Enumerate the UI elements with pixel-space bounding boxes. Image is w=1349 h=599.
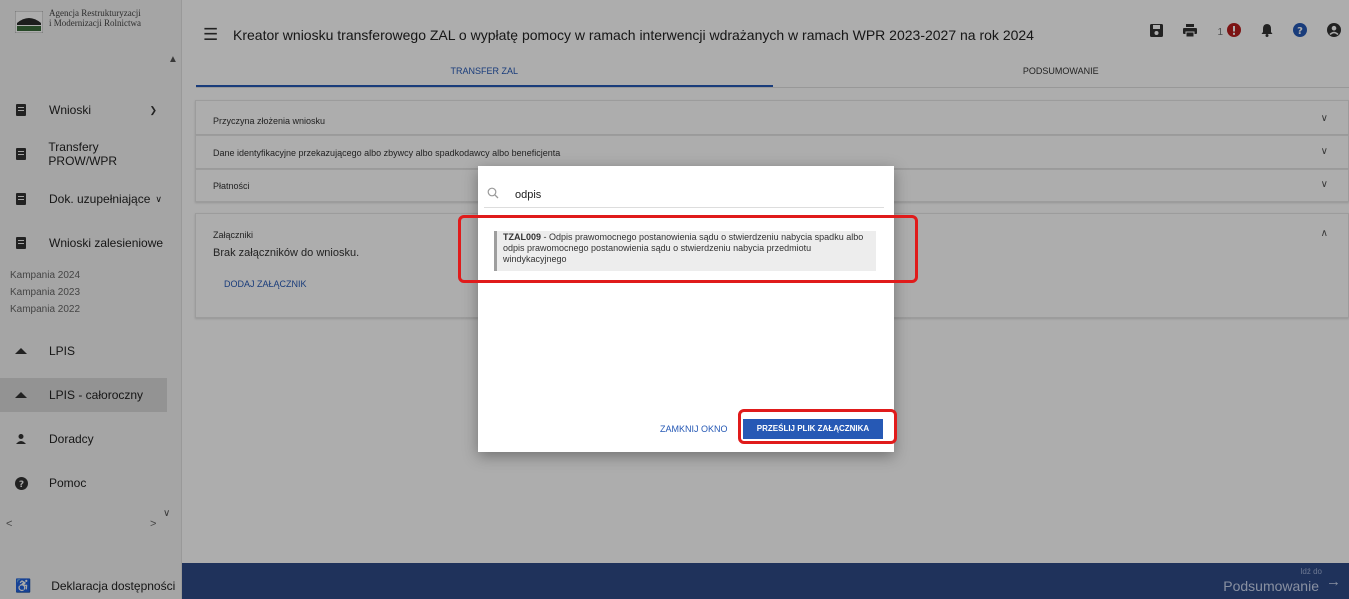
upload-highlight-frame — [738, 409, 897, 444]
search-input[interactable] — [513, 187, 853, 202]
close-dialog-button[interactable]: ZAMKNIJ OKNO — [660, 424, 728, 434]
search-field — [484, 182, 884, 208]
result-highlight-frame — [458, 215, 918, 283]
search-icon — [487, 187, 503, 202]
